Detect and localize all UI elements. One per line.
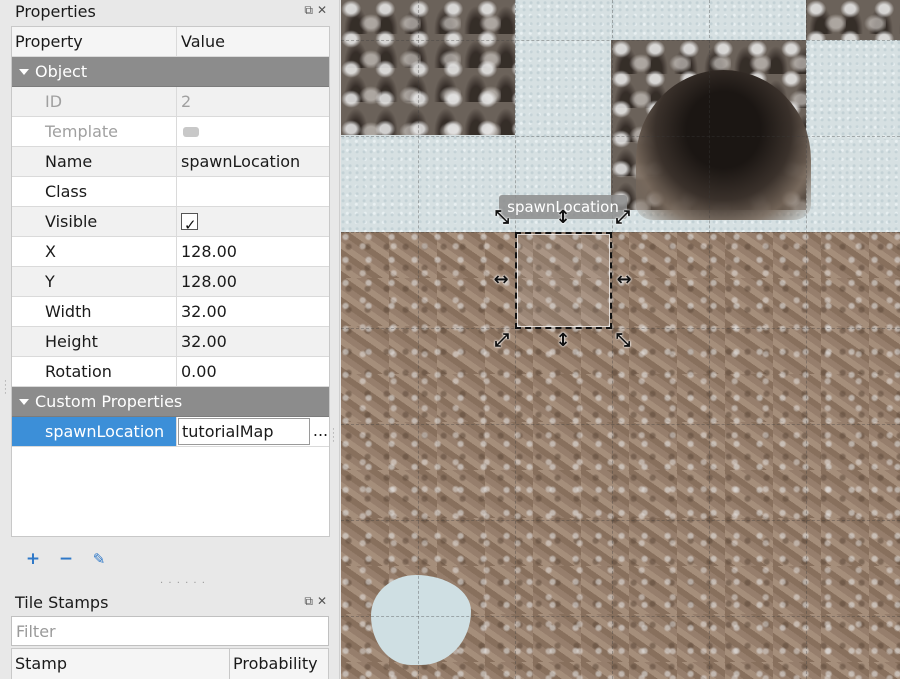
grid-line [341,520,900,521]
column-header-value[interactable]: Value [177,27,329,56]
dock-resize-grip[interactable]: · · · · [4,378,7,399]
grid-line [341,136,900,137]
float-icon[interactable]: ⧉ [304,3,317,18]
resize-handle-top-right-icon[interactable]: ⤢ [613,208,633,228]
property-x-value[interactable]: 128.00 [177,237,329,266]
property-visible-label: Visible [12,207,177,236]
float-icon[interactable]: ⧉ [304,594,317,609]
column-header-stamp[interactable]: Stamp [12,649,230,679]
property-row-x[interactable]: X 128.00 [12,237,329,267]
remove-property-button[interactable]: − [55,548,77,570]
close-icon[interactable]: ✕ [317,594,331,608]
property-width-label: Width [12,297,177,326]
property-x-label: X [12,237,177,266]
map-canvas[interactable]: spawnLocation ⤡ ↕ ⤢ ↔ ↔ ⤢ ↕ ⤡ [341,0,900,679]
browse-button[interactable]: ... [312,418,329,445]
snow-tiles [806,40,900,140]
close-icon[interactable]: ✕ [317,3,331,17]
column-header-probability[interactable]: Probability [230,649,330,679]
group-object[interactable]: Object [12,57,329,87]
property-name-value[interactable]: spawnLocation [177,147,329,176]
property-y-value[interactable]: 128.00 [177,267,329,296]
properties-panel-title: Properties [0,0,335,24]
column-header-property[interactable]: Property [12,27,177,56]
property-template-label: Template [12,117,177,146]
property-height-value[interactable]: 32.00 [177,327,329,356]
grid-line [806,0,807,679]
selected-object[interactable] [515,232,612,329]
custom-property-row[interactable]: spawnLocation tutorialMap ... [12,417,329,447]
property-visible-value[interactable] [177,207,329,240]
resize-handle-top-icon[interactable]: ↕ [553,208,573,228]
property-row-visible[interactable]: Visible [12,207,329,240]
snow-tiles [515,0,612,140]
property-id-value: 2 [181,92,192,111]
property-template-value [177,117,329,146]
stamps-table-header: Stamp Probability [11,648,329,679]
rename-property-button[interactable]: ✎ [88,548,110,570]
table-header: Property Value [12,27,329,57]
property-row-height[interactable]: Height 32.00 [12,327,329,357]
template-icon [183,126,199,137]
tile-stamps-title-text: Tile Stamps [15,593,109,612]
grid-line [515,0,516,679]
panel-splitter[interactable]: · · · · · · [160,578,206,589]
property-class-value[interactable] [177,177,329,206]
property-width-value[interactable]: 32.00 [177,297,329,326]
property-row-id: ID 2 [12,87,329,117]
add-property-button[interactable]: + [22,548,44,570]
grid-line [418,0,419,679]
resize-handle-right-icon[interactable]: ↔ [614,270,634,290]
grid-line [341,232,900,233]
properties-dock-buttons: ⧉✕ [304,3,331,18]
property-row-class[interactable]: Class [12,177,329,207]
grid-line [341,40,900,41]
property-row-template: Template [12,117,329,147]
property-id-label: ID [12,87,177,116]
properties-title-text: Properties [15,2,96,21]
grid-line [341,328,900,329]
properties-table: Property Value Object ID 2 Template Name… [11,26,330,537]
property-row-rotation[interactable]: Rotation 0.00 [12,357,329,387]
tile-stamps-dock-buttons: ⧉✕ [304,594,331,609]
tile-stamps-panel-title: Tile Stamps [0,591,335,615]
dock-resize-grip-right[interactable]: · · · · [332,426,335,447]
grid-line [341,424,900,425]
property-rotation-value[interactable]: 0.00 [177,357,329,386]
property-row-width[interactable]: Width 32.00 [12,297,329,327]
left-dock: Properties ⧉✕ Property Value Object ID 2… [0,0,340,679]
resize-handle-top-left-icon[interactable]: ⤡ [492,208,512,228]
property-y-label: Y [12,267,177,296]
resize-handle-bottom-icon[interactable]: ↕ [553,331,573,351]
property-rotation-label: Rotation [12,357,177,386]
property-name-label: Name [12,147,177,176]
group-custom-properties[interactable]: Custom Properties [12,387,329,417]
rock-wall-tiles [341,0,515,135]
stamp-filter-input[interactable] [11,616,329,646]
group-custom-label: Custom Properties [35,392,183,411]
custom-property-name[interactable]: spawnLocation [12,417,177,446]
property-row-name[interactable]: Name spawnLocation [12,147,329,177]
property-height-label: Height [12,327,177,356]
grid-line [709,0,710,679]
property-row-y[interactable]: Y 128.00 [12,267,329,297]
rock-wall-tiles [806,0,900,40]
resize-handle-bottom-right-icon[interactable]: ⤡ [613,331,633,351]
resize-handle-bottom-left-icon[interactable]: ⤢ [492,331,512,351]
resize-handle-left-icon[interactable]: ↔ [491,270,511,290]
property-class-label: Class [12,177,177,206]
visible-checkbox[interactable] [181,211,198,240]
grid-line [341,616,900,617]
group-object-label: Object [35,62,88,81]
custom-property-value-input[interactable]: tutorialMap [178,418,310,445]
